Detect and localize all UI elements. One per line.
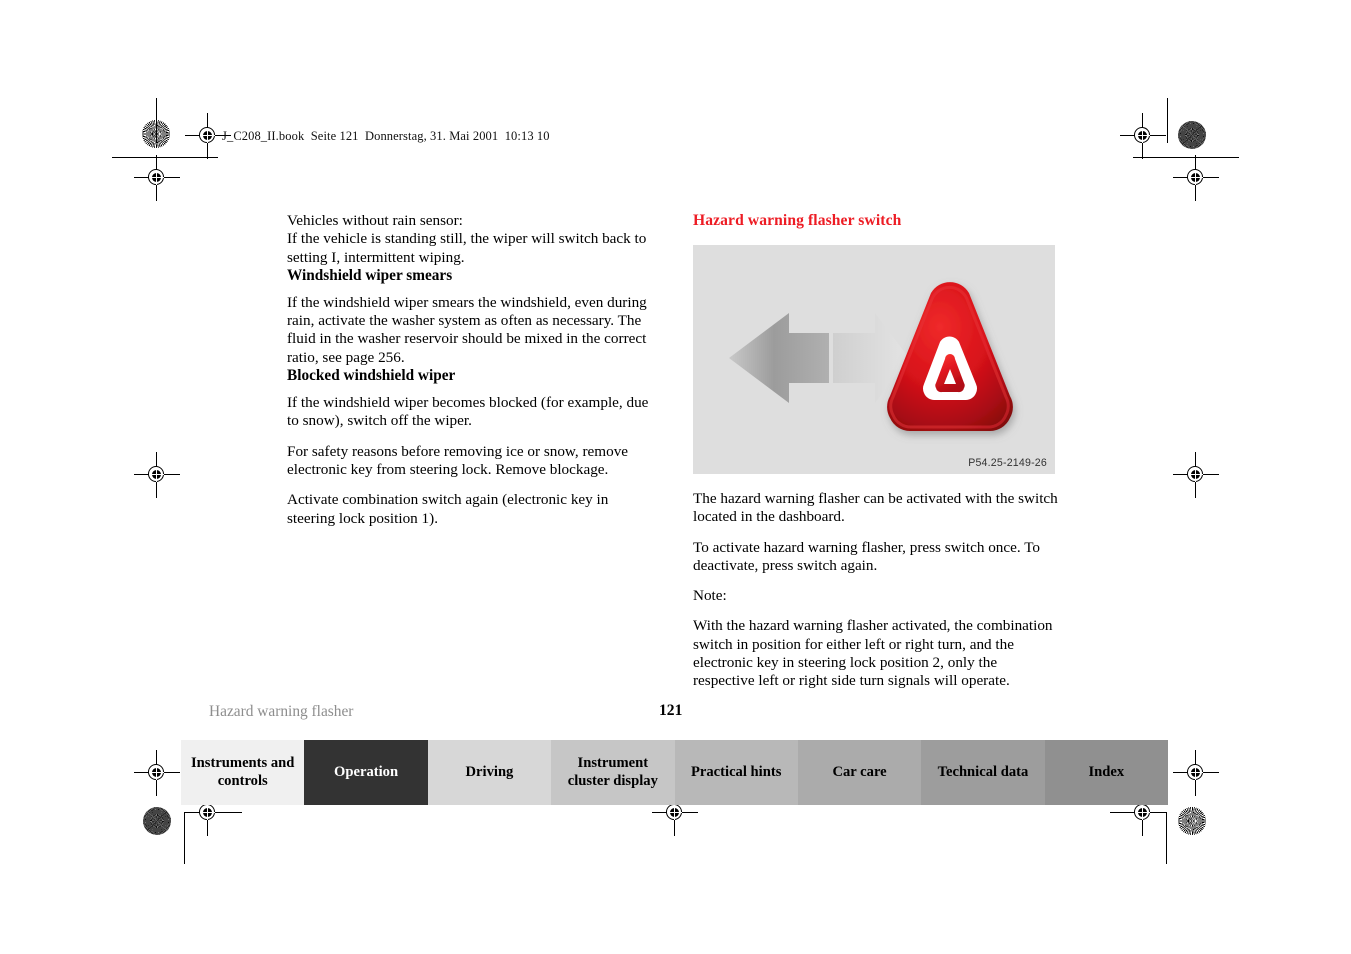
registration-mark-middle-right <box>1173 452 1219 498</box>
tab-car-care[interactable]: Car care <box>797 740 922 805</box>
paragraph-right-1: The hazard warning flasher can be activa… <box>693 490 1058 526</box>
paragraph-note-label: Note: <box>693 587 727 605</box>
paragraph-intro-line1: Vehicles without rain sensor: <box>287 212 463 229</box>
paragraph-blocked-2: For safety reasons before removing ice o… <box>287 442 629 478</box>
running-head: Hazard warning flasher <box>209 703 354 720</box>
tab-operation[interactable]: Operation <box>304 740 428 805</box>
registration-mark-top-right <box>1173 155 1219 201</box>
tab-index[interactable]: Index <box>1044 740 1168 805</box>
registration-mark-top-left-outer <box>1120 113 1166 159</box>
print-star-target-bottom-right <box>1178 807 1206 835</box>
right-text-column-heading: Hazard warning flasher switch <box>693 212 1058 232</box>
tab-instruments-and-controls[interactable]: Instruments and controls <box>181 740 305 805</box>
registration-mark-bottom-right <box>1173 750 1219 796</box>
print-density-patch-top-left <box>1178 121 1206 149</box>
figure-hazard-warning-flasher-switch: P54.25-2149-26 <box>693 245 1055 474</box>
trim-line-vertical-right-top <box>1167 98 1168 143</box>
registration-mark-bottom-left <box>134 750 180 796</box>
paragraph-right-2: To activate hazard warning flasher, pres… <box>693 538 1041 574</box>
left-text-column: Vehicles without rain sensor: If the veh… <box>287 212 659 528</box>
figure-caption: P54.25-2149-26 <box>968 457 1047 469</box>
print-density-patch-bottom-left <box>143 807 171 835</box>
paragraph-smears-body: If the windshield wiper smears the winds… <box>287 293 647 366</box>
heading-hazard-warning-flasher-switch: Hazard warning flasher switch <box>693 212 902 229</box>
paragraph-blocked-1: If the windshield wiper becomes blocked … <box>287 394 649 430</box>
source-file-header: J_C208_II.book Seite 121 Donnerstag, 31.… <box>222 129 550 143</box>
right-text-column-body: The hazard warning flasher can be activa… <box>693 490 1058 691</box>
tab-driving[interactable]: Driving <box>427 740 552 805</box>
tab-instrument-cluster-display[interactable]: Instrument cluster display <box>551 740 675 805</box>
page-number: 121 <box>659 702 683 719</box>
heading-windshield-wiper-smears: Windshield wiper smears <box>287 266 453 284</box>
hazard-switch-illustration <box>693 245 1055 474</box>
registration-mark-top-left <box>134 155 180 201</box>
paragraph-note-body: With the hazard warning flasher activate… <box>693 617 1053 690</box>
trim-line-vertical-top-left <box>156 98 157 143</box>
tab-practical-hints[interactable]: Practical hints <box>674 740 798 805</box>
trim-line-vertical-right-bottom <box>1166 812 1167 864</box>
chapter-tab-bar: Instruments and controls Operation Drivi… <box>181 740 1168 805</box>
paragraph-intro-line2: If the vehicle is standing still, the wi… <box>287 230 647 266</box>
tab-technical-data[interactable]: Technical data <box>921 740 1045 805</box>
heading-blocked-windshield-wiper: Blocked windshield wiper <box>287 367 456 385</box>
registration-mark-middle-left <box>134 452 180 498</box>
paragraph-blocked-3: Activate combination switch again (elect… <box>287 491 609 527</box>
